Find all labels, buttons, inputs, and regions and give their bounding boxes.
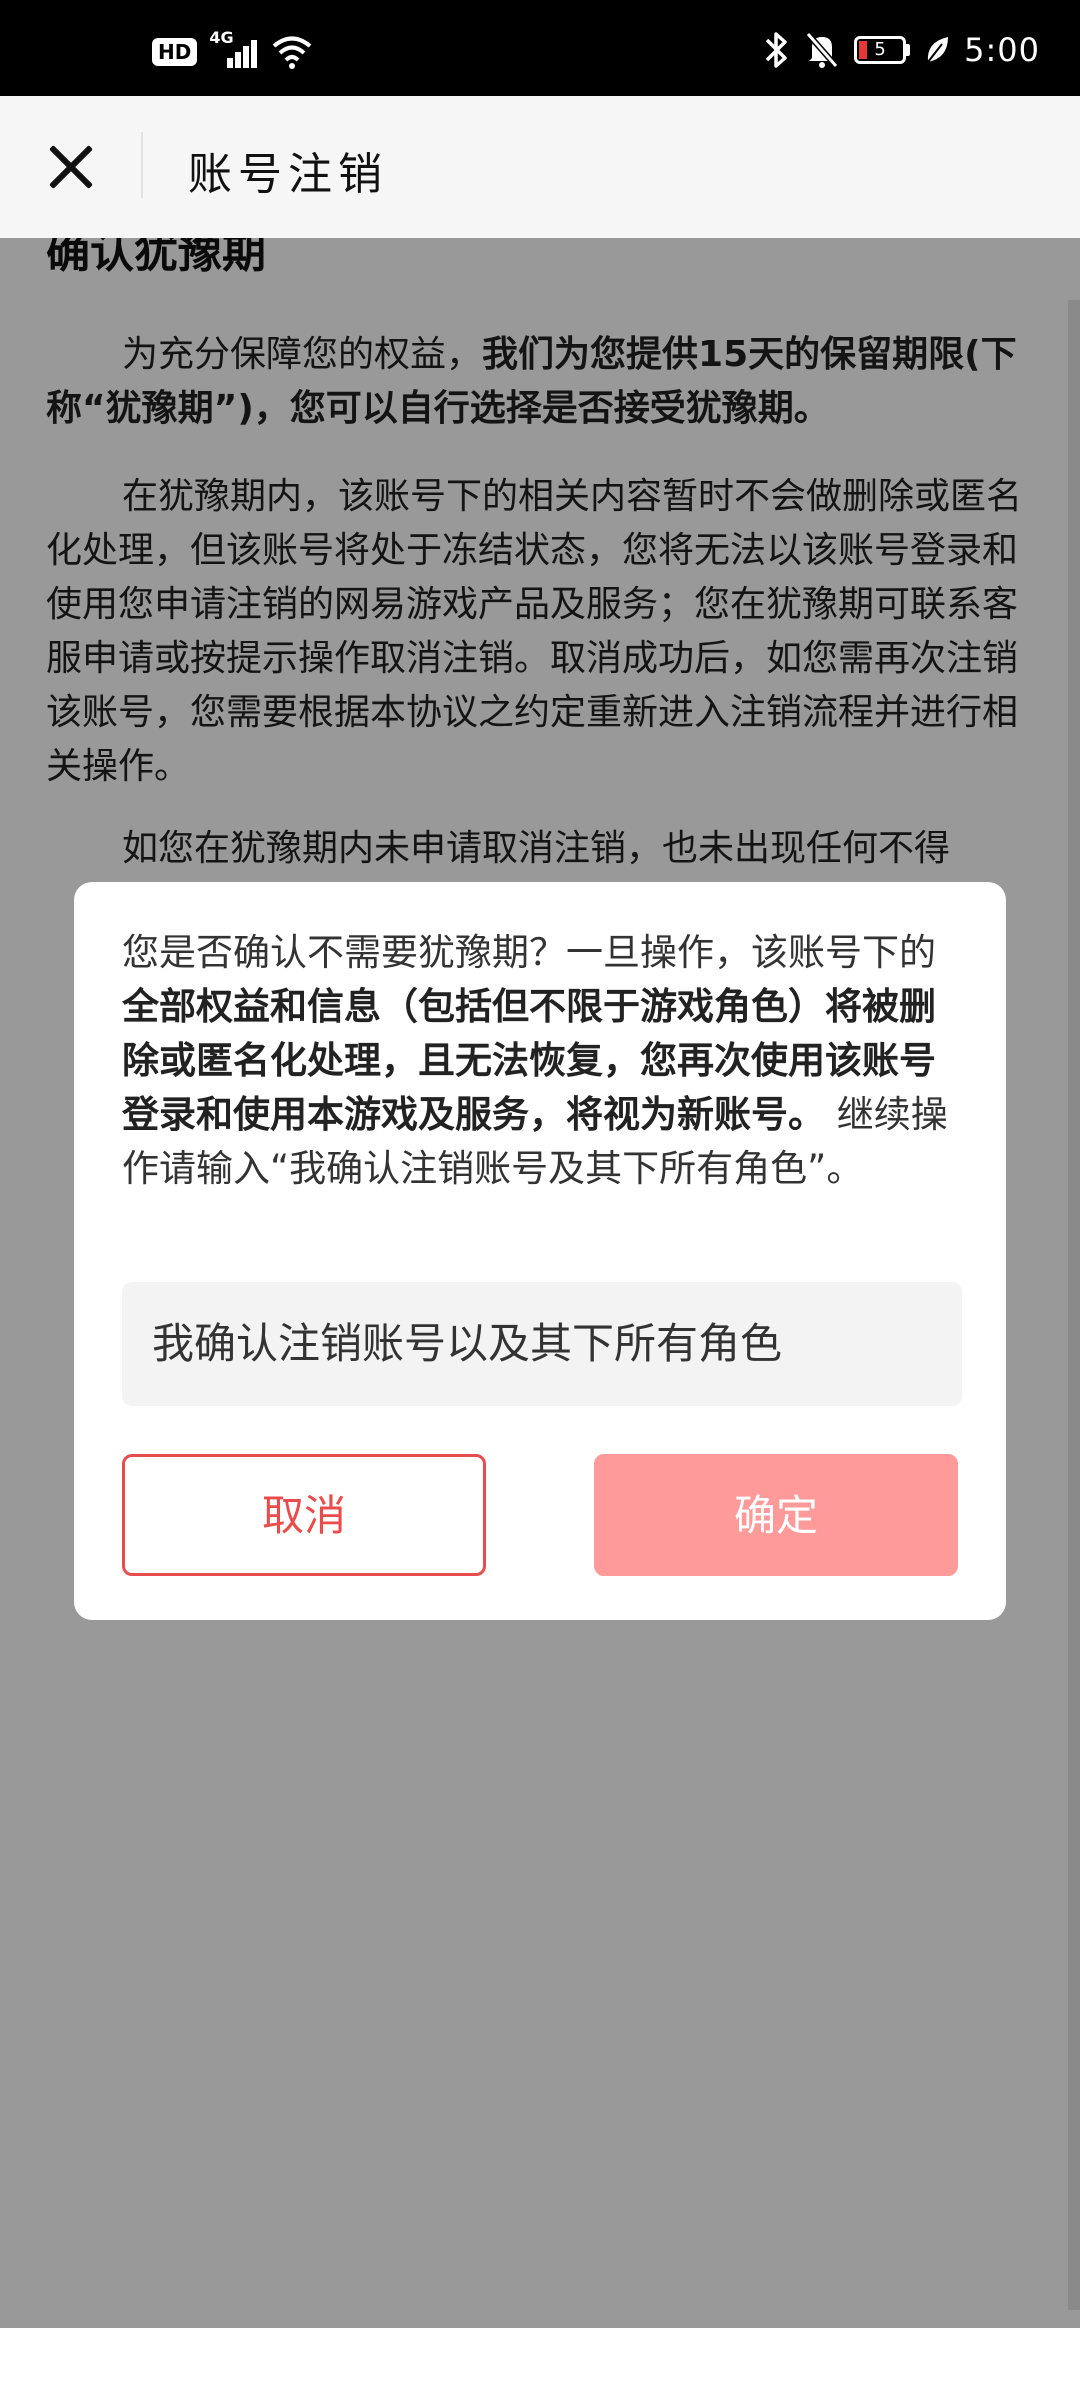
status-bar-left: HD 4G (152, 28, 313, 72)
hd-voice-icon: HD (152, 38, 198, 66)
battery-icon: 5 (854, 36, 911, 64)
signal-bar (227, 58, 234, 68)
battery-tip (906, 44, 911, 56)
confirm-dialog: 您是否确认不需要犹豫期？一旦操作，该账号下的全部权益和信息（包括但不限于游戏角色… (74, 882, 1006, 1620)
signal-bar (243, 46, 250, 68)
signal-bar (251, 40, 258, 68)
status-bar: HD 4G 5 5:00 (0, 0, 1080, 96)
cellular-signal-icon: 4G (209, 28, 259, 72)
mute-bell-icon (805, 32, 839, 68)
dialog-message-prefix: 您是否确认不需要犹豫期？一旦操作，该账号下的 (122, 931, 936, 974)
scrollbar[interactable] (1068, 300, 1080, 2310)
close-icon[interactable] (46, 142, 96, 192)
signal-bar (235, 52, 242, 68)
dialog-message-bold: 全部权益和信息（包括但不限于游戏角色）将被删除或匿名化处理，且无法恢复，您再次使… (122, 985, 936, 1136)
wifi-icon (273, 36, 312, 69)
cancel-button[interactable]: 取消 (122, 1454, 486, 1576)
bluetooth-icon (765, 32, 787, 68)
page-title: 账号注销 (188, 149, 388, 200)
confirmation-text-input[interactable]: 我确认注销账号以及其下所有角色 (122, 1282, 962, 1406)
top-app-bar: 账号注销 (0, 96, 1080, 238)
network-type-label: 4G (209, 28, 234, 47)
power-saving-leaf-icon (927, 37, 949, 63)
header-divider (141, 132, 143, 198)
clock: 5:00 (964, 31, 1040, 69)
bottom-navigation-area (0, 2328, 1080, 2400)
battery-level: 5 (854, 36, 907, 64)
confirm-button[interactable]: 确定 (594, 1454, 958, 1576)
dialog-message: 您是否确认不需要犹豫期？一旦操作，该账号下的全部权益和信息（包括但不限于游戏角色… (122, 926, 948, 1196)
status-bar-right: 5 5:00 (764, 30, 1040, 70)
